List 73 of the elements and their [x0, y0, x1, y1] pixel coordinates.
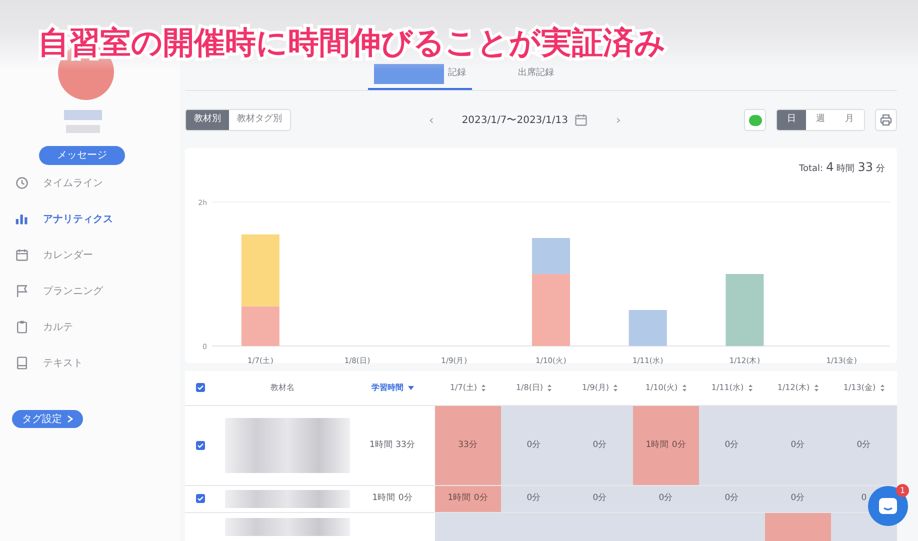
- chevron-icon: [67, 415, 73, 423]
- sort-icon: [613, 384, 618, 392]
- table-cell: 0分: [501, 406, 567, 485]
- print-button[interactable]: [875, 109, 897, 132]
- sidebar-item[interactable]: カルテ: [15, 317, 113, 337]
- chat-icon: [878, 497, 898, 515]
- sort-icon: [748, 384, 753, 392]
- table-cell: 1時間 0分: [633, 406, 699, 485]
- calendar-icon: [15, 248, 29, 262]
- table-cell: 0分: [765, 486, 831, 512]
- blurred-label: [374, 64, 444, 84]
- table-cell: 0分: [699, 406, 765, 485]
- checkbox[interactable]: [196, 494, 204, 504]
- message-button[interactable]: メッセージ: [39, 146, 125, 165]
- sidebar-item[interactable]: カレンダー: [15, 245, 113, 265]
- next-button[interactable]: ›: [616, 111, 621, 130]
- column-header[interactable]: 教材名: [270, 382, 294, 394]
- bar-segment: [628, 310, 667, 346]
- blurred-name: [64, 110, 102, 120]
- flag-icon: [15, 284, 29, 298]
- sidebar-item[interactable]: テキスト: [15, 353, 113, 373]
- period-option[interactable]: 日: [777, 110, 806, 130]
- table-cell: 0分: [831, 406, 897, 485]
- column-header[interactable]: 1/12(木): [777, 382, 810, 394]
- column-header[interactable]: 1/7(土): [450, 382, 478, 394]
- sidebar-item[interactable]: プランニング: [15, 281, 113, 301]
- table-row[interactable]: 1時間 0分 1時間 0分 0分 0分 0分 0分 0分 0: [185, 484, 897, 512]
- sidebar-item[interactable]: アナリティクス: [15, 209, 113, 229]
- hours-unit: 時間: [836, 162, 855, 176]
- book-icon: [15, 356, 29, 370]
- table-cell: 1時間 33分: [370, 438, 416, 452]
- tab[interactable]: 記録: [368, 60, 472, 90]
- column-header[interactable]: 1/10(火): [645, 382, 678, 394]
- chat-share-button[interactable]: [744, 109, 766, 132]
- sort-icon: [547, 384, 552, 392]
- table-cell: 1時間 0分: [372, 492, 413, 506]
- minutes-unit: 分: [876, 162, 885, 176]
- sort-icon: [481, 384, 486, 392]
- column-header[interactable]: 1/9(月): [582, 382, 610, 394]
- table-row[interactable]: 1時間 33分 33分 0分 0分 1時間 0分 0分 0分 0分: [185, 404, 897, 485]
- sort-icon: [880, 384, 885, 392]
- total-hours: 4: [826, 158, 834, 176]
- column-header[interactable]: 1/13(金): [843, 382, 876, 394]
- table-cell: 1時間 0分: [435, 486, 501, 512]
- column-header[interactable]: 1/8(日): [516, 382, 544, 394]
- table-cell: 0分: [633, 486, 699, 512]
- table-cell: 0分: [765, 406, 831, 485]
- table-cell: 0分: [567, 406, 633, 485]
- total-label: Total:: [799, 162, 824, 176]
- date-range: 2023/1/7〜2023/1/13: [462, 114, 568, 128]
- blurred-name: [66, 125, 100, 133]
- toggle-option[interactable]: 教材別: [186, 110, 229, 130]
- clipboard-icon: [15, 320, 29, 334]
- sort-caret-icon: [408, 386, 414, 390]
- bar-chart-icon: [15, 212, 29, 226]
- speech-bubble-icon: [748, 114, 762, 126]
- sort-icon: [682, 384, 687, 392]
- checkbox[interactable]: [196, 440, 204, 450]
- printer-icon: [880, 114, 892, 126]
- table-cell: 0分: [501, 486, 567, 512]
- table-cell: 33分: [435, 406, 501, 485]
- checkbox[interactable]: [196, 383, 204, 392]
- sidebar-item[interactable]: タイムライン: [15, 173, 113, 193]
- clock-icon: [15, 176, 29, 190]
- column-header[interactable]: 1/11(水): [711, 382, 744, 394]
- table-cell: 0分: [567, 486, 633, 512]
- previous-button[interactable]: ‹: [429, 111, 434, 130]
- tag-settings-button[interactable]: タグ設定: [12, 410, 83, 428]
- table-cell: 0分: [699, 486, 765, 512]
- column-header[interactable]: 学習時間: [372, 382, 404, 394]
- total-minutes: 33: [858, 158, 873, 176]
- calendar-icon: [574, 113, 588, 128]
- sort-icon: [814, 384, 819, 392]
